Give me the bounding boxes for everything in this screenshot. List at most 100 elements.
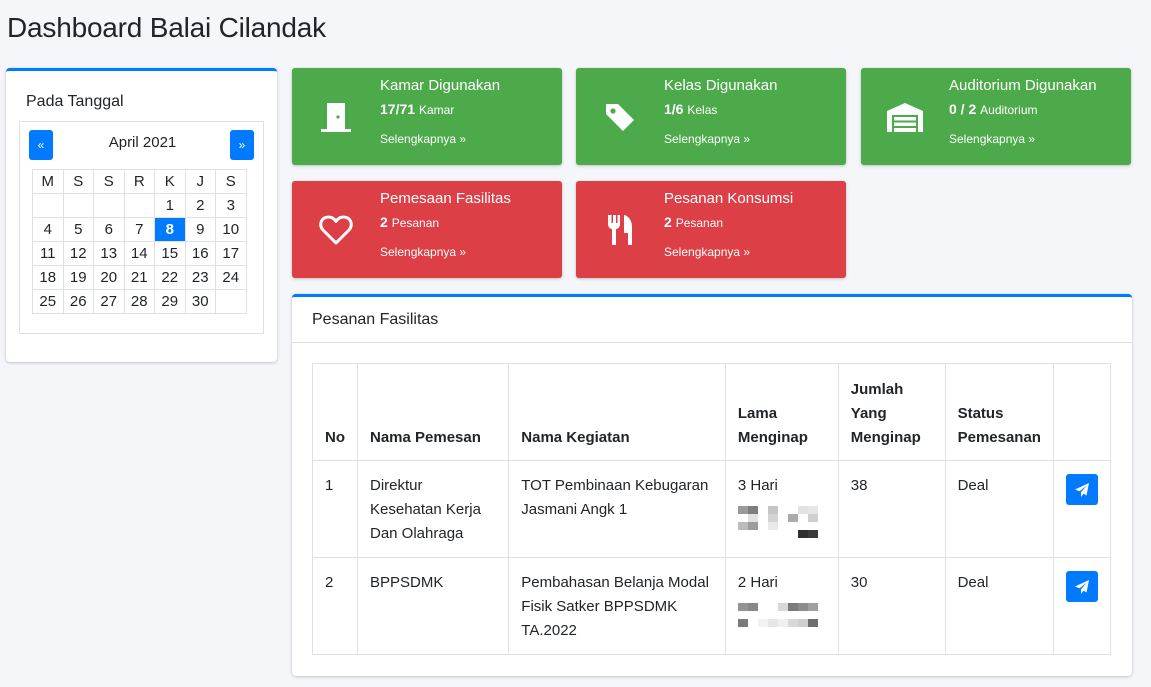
orders-card: Pesanan Fasilitas No Nama Pemesan Nama Keg… (292, 294, 1132, 676)
calendar-day[interactable]: 17 (215, 241, 247, 266)
cell-pemesan: Direktur Kesehatan Kerja Dan Olahraga (356, 460, 510, 558)
next-month-button[interactable]: » (230, 130, 254, 160)
cell-kegiatan: TOT Pembinaan Kebugaran Jasmani Angk 1 (508, 460, 726, 558)
stat-title: Kamar Digunakan (380, 77, 501, 94)
table-row: 1 Direktur Kesehatan Kerja Dan Olahraga TO… (312, 460, 1112, 558)
column-header: Nama Kegiatan (508, 363, 726, 461)
page-title: Dashboard Balai Cilandak (7, 12, 326, 43)
prev-month-button[interactable]: « (29, 130, 53, 160)
orders-card-title: Pesanan Fasilitas (312, 311, 439, 328)
stat-unit: Pesanan (391, 216, 440, 230)
stat-box-pesanan-konsumsi: Pesanan Konsumsi 2 Pesanan Selengkapnya » (576, 181, 846, 278)
cell-kegiatan: Pembahasan Belanja Modal Fisik Satker BP… (508, 557, 726, 655)
calendar-day[interactable]: 28 (123, 289, 155, 314)
calendar-day[interactable]: 27 (93, 289, 125, 314)
stat-value: 1/6 (664, 101, 684, 117)
cell-lama-menginap: 2 Hari (724, 557, 839, 655)
calendar-day[interactable]: 11 (32, 241, 64, 266)
calendar-day[interactable]: 1 (154, 193, 186, 218)
cell-no: 1 (312, 460, 358, 558)
calendar-day[interactable]: 14 (123, 241, 155, 266)
cell-lama-menginap: 3 Hari (724, 460, 839, 558)
calendar-day[interactable]: 23 (184, 265, 216, 290)
calendar-empty-cell (215, 289, 247, 314)
cell-action (1052, 460, 1112, 558)
calendar-day[interactable]: 5 (62, 217, 94, 242)
calendar-day[interactable]: 13 (93, 241, 125, 266)
calendar-day[interactable]: 26 (62, 289, 94, 314)
calendar-day[interactable]: 18 (32, 265, 64, 290)
more-info-link[interactable]: Selengkapnya » (949, 132, 1035, 146)
calendar-day[interactable]: 20 (93, 265, 125, 290)
calendar-day[interactable]: 15 (154, 241, 186, 266)
send-icon (1074, 482, 1090, 498)
stat-count: 2 Pesanan (664, 214, 723, 230)
more-info-link[interactable]: Selengkapnya » (380, 132, 466, 146)
door-icon (316, 97, 356, 137)
calendar-day[interactable]: 24 (215, 265, 247, 290)
calendar-day[interactable]: 2 (184, 193, 216, 218)
cell-jumlah: 30 (837, 557, 946, 655)
stat-value: 2 (664, 214, 672, 230)
cell-action (1052, 557, 1112, 655)
cell-jumlah: 38 (837, 460, 946, 558)
heart-icon (316, 210, 356, 250)
column-header (1052, 363, 1112, 461)
stat-box-pemesaan-fasilitas: Pemesaan Fasilitas 2 Pesanan Selengkapnya … (292, 181, 562, 278)
more-info-link[interactable]: Selengkapnya » (664, 132, 750, 146)
calendar-day[interactable]: 21 (123, 265, 155, 290)
calendar-day[interactable]: 4 (32, 217, 64, 242)
calendar-day[interactable]: 6 (93, 217, 125, 242)
stat-title: Pesanan Konsumsi (664, 190, 794, 207)
stat-box-auditorium-digunakan: Auditorium Digunakan 0 / 2 Auditorium Sele… (861, 68, 1131, 165)
cell-no: 2 (312, 557, 358, 655)
table-row: 2 BPPSDMK Pembahasan Belanja Modal Fisik S… (312, 557, 1112, 655)
cell-pemesan: BPPSDMK (356, 557, 510, 655)
send-button[interactable] (1065, 571, 1098, 602)
lama-value: 2 Hari (737, 574, 778, 591)
more-info-link[interactable]: Selengkapnya » (380, 245, 466, 259)
stat-value: 2 (380, 214, 388, 230)
calendar-card-title: Pada Tanggal (26, 93, 124, 110)
tag-icon (600, 97, 640, 137)
send-icon (1074, 579, 1090, 595)
column-header: Jumlah Yang Menginap (837, 363, 946, 461)
calendar-day[interactable]: 3 (215, 193, 247, 218)
utensils-icon (600, 210, 640, 250)
column-header: Status Pemesanan (944, 363, 1054, 461)
calendar-day[interactable]: 22 (154, 265, 186, 290)
month-label: April 2021 (108, 134, 177, 151)
calendar-day[interactable]: 25 (32, 289, 64, 314)
calendar-day[interactable]: 16 (184, 241, 216, 266)
redacted-dates (737, 603, 826, 627)
calendar-day[interactable]: 8 (154, 217, 186, 242)
weekday-header: S (215, 169, 247, 194)
stat-unit: Kamar (418, 103, 455, 117)
stat-count: 17/71 Kamar (380, 101, 454, 117)
stat-value: 17/71 (380, 101, 416, 117)
calendar-day[interactable]: 10 (215, 217, 247, 242)
calendar-empty-cell (93, 193, 125, 218)
calendar-day[interactable]: 9 (184, 217, 216, 242)
lama-value: 3 Hari (737, 477, 778, 494)
stat-count: 2 Pesanan (380, 214, 439, 230)
cell-status: Deal (944, 460, 1054, 558)
more-info-link[interactable]: Selengkapnya » (664, 245, 750, 259)
calendar-card: Pada Tanggal « April 2021 » MSSRKJS12345… (6, 68, 277, 362)
calendar-day[interactable]: 19 (62, 265, 94, 290)
weekday-header: J (184, 169, 216, 194)
calendar-day[interactable]: 7 (123, 217, 155, 242)
card-divider (292, 342, 1132, 343)
orders-table: No Nama Pemesan Nama Kegiatan Lama Menginap… (312, 363, 1112, 655)
calendar-day[interactable]: 12 (62, 241, 94, 266)
stat-box-kelas-digunakan: Kelas Digunakan 1/6 Kelas Selengkapnya » (576, 68, 846, 165)
stat-count: 1/6 Kelas (664, 101, 717, 117)
calendar-empty-cell (62, 193, 94, 218)
stat-title: Auditorium Digunakan (949, 77, 1097, 94)
send-button[interactable] (1065, 474, 1098, 505)
stat-value: 0 / 2 (949, 101, 977, 117)
calendar-empty-cell (32, 193, 64, 218)
calendar-day[interactable]: 30 (184, 289, 216, 314)
calendar-grid: M S S R K J S 1 2 3 4 5 6 7 8 9 10 11 12 13 14 15 16 17 18 19 20 21… (32, 169, 247, 314)
calendar-day[interactable]: 29 (154, 289, 186, 314)
